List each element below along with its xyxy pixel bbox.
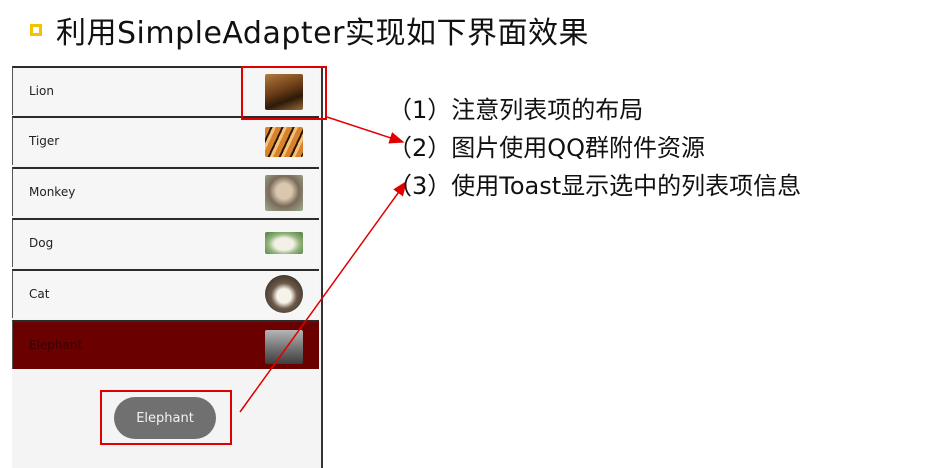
note-2: （2）图片使用QQ群附件资源 <box>388 134 706 162</box>
annotation-arrows <box>239 116 407 413</box>
note-1: （1）注意列表项的布局 <box>388 96 644 124</box>
note-3: （3）使用Toast显示选中的列表项信息 <box>388 172 802 200</box>
arrow-to-toast-note <box>239 180 407 413</box>
